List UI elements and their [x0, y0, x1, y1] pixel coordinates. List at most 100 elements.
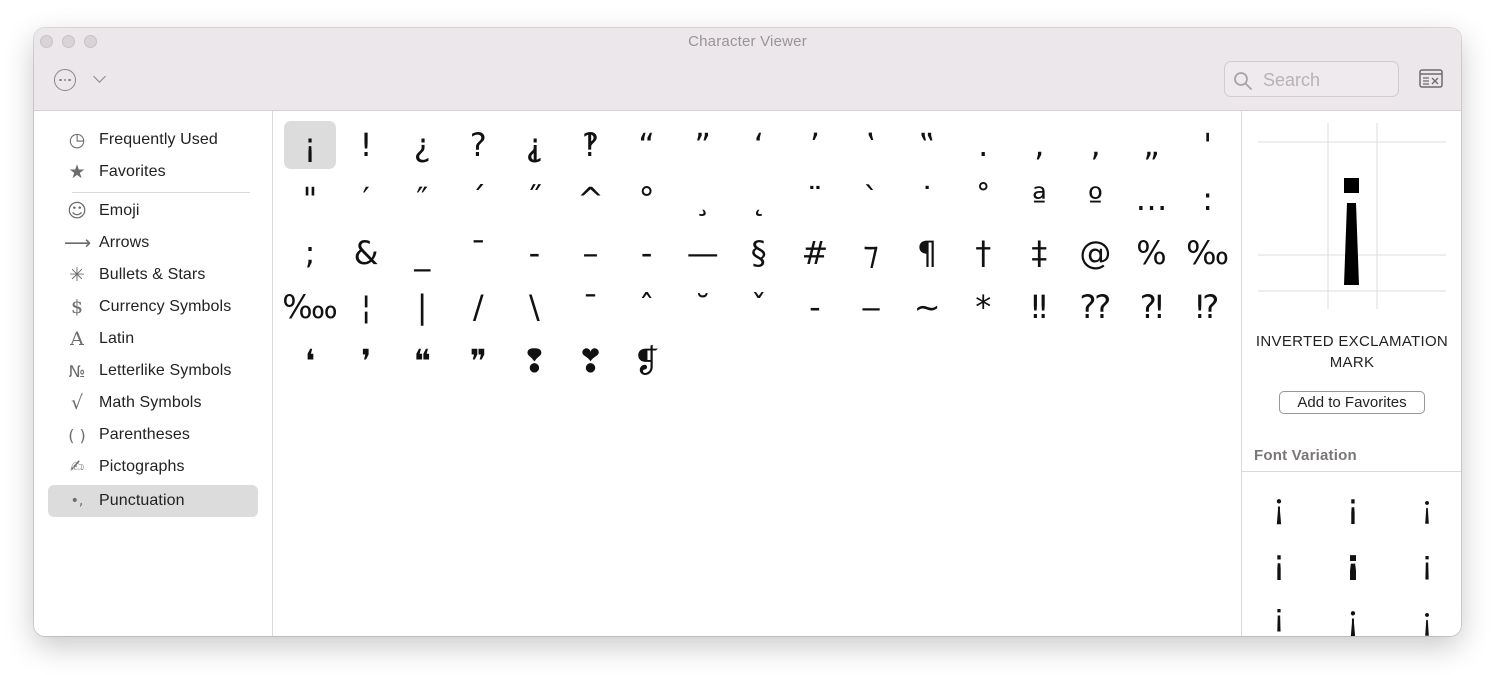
character-cell[interactable]: ‒ [845, 283, 897, 331]
character-cell[interactable]: ❣ [565, 337, 617, 385]
character-cell[interactable]: \ [508, 283, 560, 331]
character-cell[interactable]: ‼ [1013, 283, 1065, 331]
character-cell[interactable]: ″ [396, 175, 448, 223]
character-cell[interactable]: " [284, 175, 336, 223]
sidebar-item-arrows[interactable]: ⟶ Arrows [48, 227, 258, 259]
search-input[interactable] [1263, 68, 1393, 92]
font-variation-cell[interactable]: ¡ [1249, 597, 1309, 636]
character-cell[interactable]: ` [845, 175, 897, 223]
character-cell[interactable]: * [957, 283, 1009, 331]
character-cell[interactable]: ¦ [340, 283, 392, 331]
character-cell[interactable]: § [733, 229, 785, 277]
character-cell[interactable]: ¡ [284, 121, 336, 169]
character-cell[interactable]: — [677, 229, 729, 277]
character-cell[interactable]: ˙ [901, 175, 953, 223]
character-cell[interactable]: ¸ [677, 175, 729, 223]
font-variation-cell[interactable]: ¡ [1397, 597, 1457, 636]
character-cell[interactable]: % [1126, 229, 1178, 277]
character-cell[interactable]: º [1069, 175, 1121, 223]
character-cell[interactable]: ´ [452, 175, 504, 223]
sidebar-item-math-symbols[interactable]: √ Math Symbols [48, 387, 258, 419]
sidebar-item-favorites[interactable]: ★ Favorites [48, 156, 258, 188]
character-cell[interactable]: ⁉ [1182, 283, 1234, 331]
character-cell[interactable]: ¶ [901, 229, 953, 277]
character-cell[interactable]: ‐ [508, 229, 560, 277]
character-cell[interactable]: ‡ [1013, 229, 1065, 277]
add-to-favorites-button[interactable]: Add to Favorites [1279, 391, 1425, 414]
character-cell[interactable]: “ [621, 121, 673, 169]
character-cell[interactable]: ⁈ [1126, 283, 1178, 331]
character-cell[interactable]: @ [1069, 229, 1121, 277]
character-cell[interactable]: ‘ [733, 121, 785, 169]
character-cell[interactable]: ˉ [565, 283, 617, 331]
character-cell[interactable]: _ [396, 229, 448, 277]
character-cell[interactable]: ª [1013, 175, 1065, 223]
font-variation-cell[interactable]: ¡ [1249, 485, 1309, 529]
character-cell[interactable]: ' [1182, 121, 1234, 169]
character-cell[interactable]: ~ [901, 283, 953, 331]
character-cell[interactable]: ! [340, 121, 392, 169]
sidebar-item-parentheses[interactable]: ( ) Parentheses [48, 419, 258, 451]
character-cell[interactable]: ’ [789, 121, 841, 169]
character-cell[interactable]: ′ [340, 175, 392, 223]
character-cell[interactable]: ˚ [957, 175, 1009, 223]
character-cell[interactable]: … [1126, 175, 1178, 223]
character-cell[interactable]: ❛ [284, 337, 336, 385]
character-cell[interactable]: ‚ [1069, 121, 1121, 169]
search-field[interactable] [1224, 61, 1399, 97]
character-cell[interactable]: . [957, 121, 1009, 169]
character-cell[interactable]: ¯ [452, 229, 504, 277]
character-cell[interactable]: ⁊ [845, 229, 897, 277]
character-cell[interactable]: ˝ [508, 175, 560, 223]
sidebar-item-currency-symbols[interactable]: $ Currency Symbols [48, 291, 258, 323]
character-cell[interactable]: ‽ [565, 121, 617, 169]
character-cell[interactable]: ⁇ [1069, 283, 1121, 331]
font-variation-cell[interactable]: ¡ [1323, 485, 1383, 529]
character-cell[interactable]: ¿ [396, 121, 448, 169]
character-cell[interactable]: ¨ [789, 175, 841, 223]
character-cell[interactable]: ❜ [340, 337, 392, 385]
character-cell[interactable]: ; [284, 229, 336, 277]
character-cell[interactable]: ⸘ [508, 121, 560, 169]
character-cell[interactable]: , [1013, 121, 1065, 169]
character-cell[interactable]: † [957, 229, 1009, 277]
character-cell[interactable]: # [789, 229, 841, 277]
character-cell[interactable]: ❝ [396, 337, 448, 385]
character-cell[interactable]: : [1182, 175, 1234, 223]
character-cell[interactable]: ˘ [677, 283, 729, 331]
sidebar-item-pictographs[interactable]: ✍ Pictographs [48, 451, 258, 483]
character-cell[interactable]: ‰ [1182, 229, 1234, 277]
character-cell[interactable]: ❡ [621, 337, 673, 385]
character-cell[interactable]: / [452, 283, 504, 331]
character-cell[interactable]: ? [452, 121, 504, 169]
font-variation-cell[interactable]: ¡ [1397, 541, 1457, 585]
character-cell[interactable]: ‑ [621, 229, 673, 277]
character-cell[interactable]: ˆ [621, 283, 673, 331]
character-cell[interactable]: | [396, 283, 448, 331]
character-cell[interactable]: ‱ [282, 283, 338, 331]
character-cell[interactable]: - [789, 283, 841, 331]
character-cell[interactable]: & [340, 229, 392, 277]
view-toggle-icon[interactable] [1419, 69, 1443, 89]
character-cell[interactable]: ‟ [901, 121, 953, 169]
character-cell[interactable]: ° [621, 175, 673, 223]
character-cell[interactable]: ‛ [845, 121, 897, 169]
font-variation-cell[interactable]: ¡ [1323, 541, 1383, 585]
font-variation-cell[interactable]: ¡ [1323, 597, 1383, 636]
sidebar-item-punctuation[interactable]: •, Punctuation [48, 485, 258, 517]
character-cell[interactable]: ❞ [452, 337, 504, 385]
sidebar-item-letterlike-symbols[interactable]: № Letterlike Symbols [48, 355, 258, 387]
character-cell[interactable]: ˇ [733, 283, 785, 331]
character-cell[interactable]: ^ [565, 175, 617, 223]
action-menu-button[interactable] [54, 69, 76, 91]
sidebar-item-bullets-stars[interactable]: ✳ Bullets & Stars [48, 259, 258, 291]
sidebar-item-frequently-used[interactable]: ◷ Frequently Used [48, 124, 258, 156]
chevron-down-icon[interactable] [93, 70, 106, 83]
sidebar-item-latin[interactable]: A Latin [48, 323, 258, 355]
font-variation-cell[interactable]: ¡ [1397, 485, 1457, 529]
character-cell[interactable]: ” [677, 121, 729, 169]
character-cell[interactable]: ❢ [508, 337, 560, 385]
sidebar-item-emoji[interactable]: ☺ Emoji [48, 195, 258, 227]
character-cell[interactable]: – [565, 229, 617, 277]
font-variation-cell[interactable]: ¡ [1249, 541, 1309, 585]
